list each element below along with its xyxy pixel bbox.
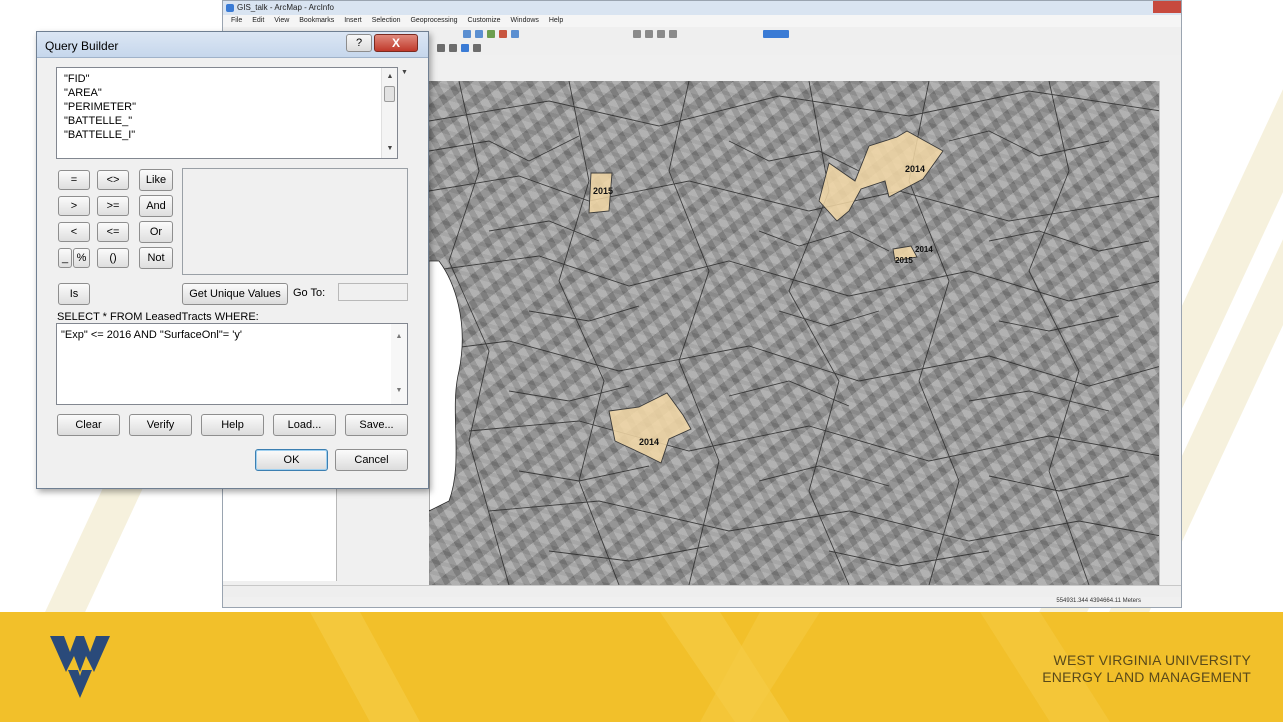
water-body bbox=[429, 260, 463, 512]
and-button[interactable]: And bbox=[139, 195, 173, 217]
tool-icon[interactable] bbox=[633, 30, 641, 38]
parentheses-button[interactable]: () bbox=[97, 248, 129, 268]
app-title: GIS_talk - ArcMap - ArcInfo bbox=[237, 3, 334, 12]
tool-icon[interactable] bbox=[487, 30, 495, 38]
tract-label: 2014 bbox=[915, 245, 933, 254]
load-button[interactable]: Load... bbox=[273, 414, 336, 436]
tool-icon[interactable] bbox=[463, 30, 471, 38]
close-icon[interactable]: X bbox=[374, 34, 418, 52]
scroll-thumb[interactable] bbox=[384, 86, 395, 102]
menu-edit[interactable]: Edit bbox=[252, 17, 264, 24]
field-item[interactable]: "BATTELLE_I" bbox=[64, 128, 397, 142]
map-view[interactable]: 2015 2014 2014 2015 2014 bbox=[429, 81, 1161, 585]
greater-button[interactable]: > bbox=[58, 196, 90, 216]
menu-geoprocessing[interactable]: Geoprocessing bbox=[410, 17, 457, 24]
dialog-title: Query Builder bbox=[45, 39, 119, 53]
is-button[interactable]: Is bbox=[58, 283, 90, 305]
sql-prefix-label: SELECT * FROM LeasedTracts WHERE: bbox=[57, 311, 259, 323]
sql-expression-textarea[interactable]: "Exp" <= 2016 AND "SurfaceOnl"= 'y' ▲ ▼ bbox=[56, 323, 408, 405]
or-button[interactable]: Or bbox=[139, 221, 173, 243]
status-bar: 554931.344 4394664.11 Meters bbox=[223, 597, 1181, 607]
menu-selection[interactable]: Selection bbox=[372, 17, 401, 24]
tract-label: 2015 bbox=[895, 256, 913, 265]
wvu-logo-icon bbox=[50, 636, 110, 698]
tool-icon[interactable] bbox=[763, 30, 789, 38]
tract-label: 2014 bbox=[905, 164, 925, 174]
catalog-side-tab[interactable] bbox=[1159, 81, 1181, 585]
scroll-down-icon[interactable]: ▼ bbox=[391, 384, 407, 398]
leased-tract[interactable] bbox=[818, 130, 944, 222]
tool-icon[interactable] bbox=[437, 44, 445, 52]
tool-icon[interactable] bbox=[475, 30, 483, 38]
parcel-boundaries bbox=[429, 81, 1161, 585]
footer-text: WEST VIRGINIA UNIVERSITY ENERGY LAND MAN… bbox=[1042, 652, 1251, 686]
get-unique-values-button[interactable]: Get Unique Values bbox=[182, 283, 288, 305]
menu-view[interactable]: View bbox=[274, 17, 289, 24]
scroll-up-icon[interactable]: ▲ bbox=[391, 330, 407, 344]
not-equal-button[interactable]: <> bbox=[97, 170, 129, 190]
less-button[interactable]: < bbox=[58, 222, 90, 242]
ok-button[interactable]: OK bbox=[255, 449, 328, 471]
go-to-label: Go To: bbox=[293, 287, 326, 299]
tool-icon[interactable] bbox=[461, 44, 469, 52]
greater-equal-button[interactable]: >= bbox=[97, 196, 129, 216]
footer-line-program: ENERGY LAND MANAGEMENT bbox=[1042, 669, 1251, 685]
field-item[interactable]: "FID" bbox=[64, 72, 397, 86]
field-item[interactable]: "BATTELLE_" bbox=[64, 114, 397, 128]
dialog-title-bar[interactable]: Query Builder ? X bbox=[37, 32, 428, 58]
save-button[interactable]: Save... bbox=[345, 414, 408, 436]
tool-icon[interactable] bbox=[449, 44, 457, 52]
app-menubar: File Edit View Bookmarks Insert Selectio… bbox=[223, 15, 1181, 27]
menu-file[interactable]: File bbox=[231, 17, 242, 24]
help-icon[interactable]: ? bbox=[346, 34, 372, 52]
dropdown-arrow-icon[interactable]: ▼ bbox=[401, 69, 408, 76]
query-builder-dialog: Query Builder ? X "FID" "AREA" "PERIMETE… bbox=[36, 31, 429, 489]
tool-icon[interactable] bbox=[657, 30, 665, 38]
leased-tract[interactable] bbox=[608, 392, 692, 464]
tract-label: 2015 bbox=[593, 186, 613, 196]
tool-icon[interactable] bbox=[645, 30, 653, 38]
field-list-scrollbar[interactable]: ▲ ▼ bbox=[381, 68, 397, 158]
scroll-up-icon[interactable]: ▲ bbox=[382, 70, 398, 84]
field-item[interactable]: "AREA" bbox=[64, 86, 397, 100]
less-equal-button[interactable]: <= bbox=[97, 222, 129, 242]
menu-bookmarks[interactable]: Bookmarks bbox=[299, 17, 334, 24]
app-title-bar: GIS_talk - ArcMap - ArcInfo bbox=[223, 1, 1181, 15]
app-close-icon[interactable] bbox=[1153, 1, 1181, 13]
tract-label: 2014 bbox=[639, 437, 659, 447]
menu-windows[interactable]: Windows bbox=[511, 17, 539, 24]
tool-icon[interactable] bbox=[511, 30, 519, 38]
verify-button[interactable]: Verify bbox=[129, 414, 192, 436]
map-canvas[interactable]: 2015 2014 2014 2015 2014 bbox=[429, 81, 1161, 585]
unique-values-list[interactable] bbox=[182, 168, 408, 275]
tool-icon[interactable] bbox=[499, 30, 507, 38]
percent-button[interactable]: % bbox=[73, 248, 90, 268]
expression-scrollbar[interactable]: ▲ ▼ bbox=[391, 324, 407, 404]
equals-button[interactable]: = bbox=[58, 170, 90, 190]
clear-button[interactable]: Clear bbox=[57, 414, 120, 436]
like-button[interactable]: Like bbox=[139, 169, 173, 191]
help-button[interactable]: Help bbox=[201, 414, 264, 436]
menu-customize[interactable]: Customize bbox=[467, 17, 500, 24]
map-scrollbar[interactable] bbox=[223, 585, 1181, 597]
status-coordinates: 554931.344 4394664.11 Meters bbox=[1056, 598, 1141, 604]
footer-line-university: WEST VIRGINIA UNIVERSITY bbox=[1053, 652, 1251, 668]
not-button[interactable]: Not bbox=[139, 247, 173, 269]
field-list[interactable]: "FID" "AREA" "PERIMETER" "BATTELLE_" "BA… bbox=[56, 67, 398, 159]
tool-icon[interactable] bbox=[473, 44, 481, 52]
menu-insert[interactable]: Insert bbox=[344, 17, 362, 24]
slide-footer: WEST VIRGINIA UNIVERSITY ENERGY LAND MAN… bbox=[0, 612, 1283, 722]
field-item[interactable]: "PERIMETER" bbox=[64, 100, 397, 114]
tool-icon[interactable] bbox=[669, 30, 677, 38]
underscore-button[interactable]: _ bbox=[58, 248, 72, 268]
scroll-down-icon[interactable]: ▼ bbox=[382, 142, 398, 156]
go-to-input[interactable] bbox=[338, 283, 408, 301]
cancel-button[interactable]: Cancel bbox=[335, 449, 408, 471]
sql-expression-text: "Exp" <= 2016 AND "SurfaceOnl"= 'y' bbox=[61, 329, 242, 341]
arcmap-icon bbox=[226, 4, 234, 12]
menu-help[interactable]: Help bbox=[549, 17, 563, 24]
